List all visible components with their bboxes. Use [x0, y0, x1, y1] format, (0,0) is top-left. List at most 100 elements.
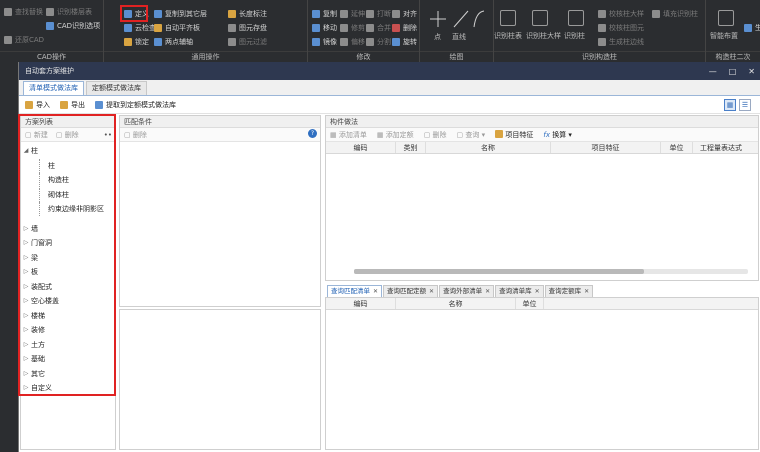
align-button[interactable]: 对齐: [392, 8, 417, 20]
tab-quota-mode[interactable]: 定额模式做法库: [86, 81, 147, 95]
cloud-icon: [124, 24, 132, 32]
split-button[interactable]: 分割: [366, 36, 391, 48]
project-feature-button[interactable]: 项目特征: [495, 129, 533, 140]
close-tab-icon[interactable]: ✕: [429, 286, 434, 297]
edge-icon: [598, 38, 606, 46]
lock-button[interactable]: 锁定: [124, 36, 149, 48]
recognize-column-button[interactable]: 识别柱: [564, 31, 585, 41]
recognize-column-detail-button[interactable]: 识别柱大样: [526, 31, 561, 41]
fill-recognize-column-button[interactable]: 填充识别柱: [652, 8, 698, 20]
close-tab-icon[interactable]: ✕: [535, 286, 540, 297]
tree-node-wall[interactable]: ▷ 墙: [21, 222, 115, 237]
save-element-button[interactable]: 图元存盘: [228, 22, 267, 34]
two-point-axis-button[interactable]: 两点辅轴: [154, 36, 193, 48]
smart-layout-button[interactable]: 智能布置: [710, 31, 738, 41]
point-button[interactable]: 点: [434, 32, 441, 42]
recognize-column-table-button[interactable]: 识别柱表: [494, 31, 522, 41]
tree-node-prefab[interactable]: ▷ 装配式: [21, 280, 115, 295]
tab-bill-library[interactable]: 查询清单库 ✕: [495, 285, 544, 297]
close-tab-icon[interactable]: ✕: [584, 286, 589, 297]
delete-condition-button[interactable]: ▢ 删除: [124, 130, 147, 140]
close-button[interactable]: ✕: [748, 67, 755, 76]
new-scheme-button[interactable]: ▢ 新建: [25, 130, 48, 140]
line-button[interactable]: 直线: [452, 32, 466, 42]
tab-match-bill[interactable]: 查询匹配清单 ✕: [327, 285, 383, 297]
rotate-button[interactable]: 旋转: [392, 36, 417, 48]
tab-external-bill[interactable]: 查询外部清单 ✕: [439, 285, 495, 297]
element-filter-button[interactable]: 图元过滤: [228, 36, 267, 48]
export-button[interactable]: 导出: [60, 100, 85, 110]
convert-dropdown[interactable]: fx 换算 ▾: [543, 130, 572, 140]
tree-node-door-window[interactable]: ▷ 门窗洞: [21, 236, 115, 251]
list-view-icon[interactable]: ☰: [739, 99, 751, 111]
copy-to-floor-button[interactable]: 复制到其它层: [154, 8, 207, 20]
tree-node-hollow-floor[interactable]: ▷ 空心楼盖: [21, 294, 115, 309]
tree-node-slab[interactable]: ▷ 板: [21, 265, 115, 280]
extend-button[interactable]: 延伸: [340, 8, 365, 20]
delete-scheme-button[interactable]: ▢ 删除: [56, 130, 79, 140]
define-highlight: [120, 5, 148, 22]
maximize-button[interactable]: □: [729, 67, 737, 76]
expand-arrow-icon: ▷: [23, 253, 29, 261]
restore-cad-button[interactable]: 还原CAD: [4, 34, 44, 46]
delete-button[interactable]: 删除: [392, 22, 417, 34]
tree-node-stairs[interactable]: ▷ 楼梯: [21, 309, 115, 324]
more-icon[interactable]: ••: [104, 131, 112, 139]
offset-button[interactable]: 偏移: [340, 36, 365, 48]
tree-node-other[interactable]: ▷ 其它: [21, 367, 115, 382]
expand-arrow-icon: ▷: [23, 282, 29, 290]
tree-node-beam[interactable]: ▷ 梁: [21, 251, 115, 266]
tab-bill-mode[interactable]: 清单模式做法库: [23, 81, 84, 95]
query-dropdown[interactable]: ▢ 查询 ▾: [457, 130, 486, 140]
dialog-title: 自动套方案维护: [25, 67, 74, 75]
cad-options-button[interactable]: CAD识别选项: [46, 20, 100, 32]
import-button[interactable]: 导入: [25, 100, 50, 110]
break-button[interactable]: 打断: [366, 8, 391, 20]
tree-node-decoration[interactable]: ▷ 装修: [21, 323, 115, 338]
copy-button[interactable]: 复制: [312, 8, 337, 20]
tree-node-custom[interactable]: ▷ 自定义: [21, 381, 115, 396]
check-column-detail-button[interactable]: 校核柱大样: [598, 8, 644, 20]
length-dimension-button[interactable]: 长度标注: [228, 8, 267, 20]
tab-quota-library[interactable]: 查询定额库 ✕: [544, 285, 594, 297]
tree-leaf-constraint-edge[interactable]: 约束边缘非阴影区: [21, 202, 115, 217]
generate-column-edge-button[interactable]: 生成柱边线: [598, 36, 644, 48]
copy-icon: [312, 10, 320, 18]
tree-leaf-masonry-column[interactable]: 砌体柱: [21, 187, 115, 203]
method-hscrollbar[interactable]: [354, 269, 748, 274]
tab-match-quota[interactable]: 查询匹配定额 ✕: [383, 285, 439, 297]
table-icon: [46, 8, 54, 16]
cloud-check-button[interactable]: 云检查: [124, 22, 156, 34]
tree-node-earthwork[interactable]: ▷ 土方: [21, 338, 115, 353]
floor-table-button[interactable]: 识别楼层表: [46, 6, 92, 18]
check-column-element-button[interactable]: 校核柱图元: [598, 22, 644, 34]
add-bill-button[interactable]: ▦ 添加清单: [330, 130, 367, 140]
tree-leaf-constructional-column[interactable]: 构造柱: [21, 173, 115, 188]
find-replace-button[interactable]: 查找替换: [4, 6, 43, 18]
extract-button[interactable]: 提取到定额模式做法库: [95, 100, 176, 110]
tree-leaf-column[interactable]: 柱: [21, 158, 115, 174]
close-tab-icon[interactable]: ✕: [373, 286, 378, 297]
expand-arrow-icon: ▷: [23, 311, 29, 319]
close-tab-icon[interactable]: ✕: [485, 286, 490, 297]
move-button[interactable]: 移动: [312, 22, 337, 34]
mirror-button[interactable]: 镜像: [312, 36, 337, 48]
tree-node-column[interactable]: ◢ 柱: [21, 144, 115, 159]
trim-button[interactable]: 修剪: [340, 22, 365, 34]
auto-align-slab-button[interactable]: 自动平齐板: [154, 22, 200, 34]
group-label-general: 通用操作: [104, 51, 307, 61]
rotate-icon: [392, 38, 400, 46]
grid-view-icon[interactable]: ▦: [724, 99, 736, 111]
tree-node-foundation[interactable]: ▷ 基础: [21, 352, 115, 367]
ribbon-group-modify: 复制 延伸 打断 对齐 移动 修剪 合并 删除 镜像 偏移 分割 旋转 修改: [308, 0, 420, 62]
add-quota-button[interactable]: ▦ 添加定额: [377, 130, 414, 140]
delete-method-button[interactable]: ▢ 删除: [424, 130, 447, 140]
merge-icon: [366, 24, 374, 32]
expand-arrow-icon: ▷: [23, 384, 29, 391]
help-icon[interactable]: ?: [308, 129, 317, 138]
merge-button[interactable]: 合并: [366, 22, 391, 34]
minimize-button[interactable]: —: [709, 67, 717, 76]
column-detail-icon: [532, 10, 548, 26]
generate-button[interactable]: 生: [744, 22, 760, 34]
query-result-panel: 编码 名称 单位: [325, 297, 759, 450]
